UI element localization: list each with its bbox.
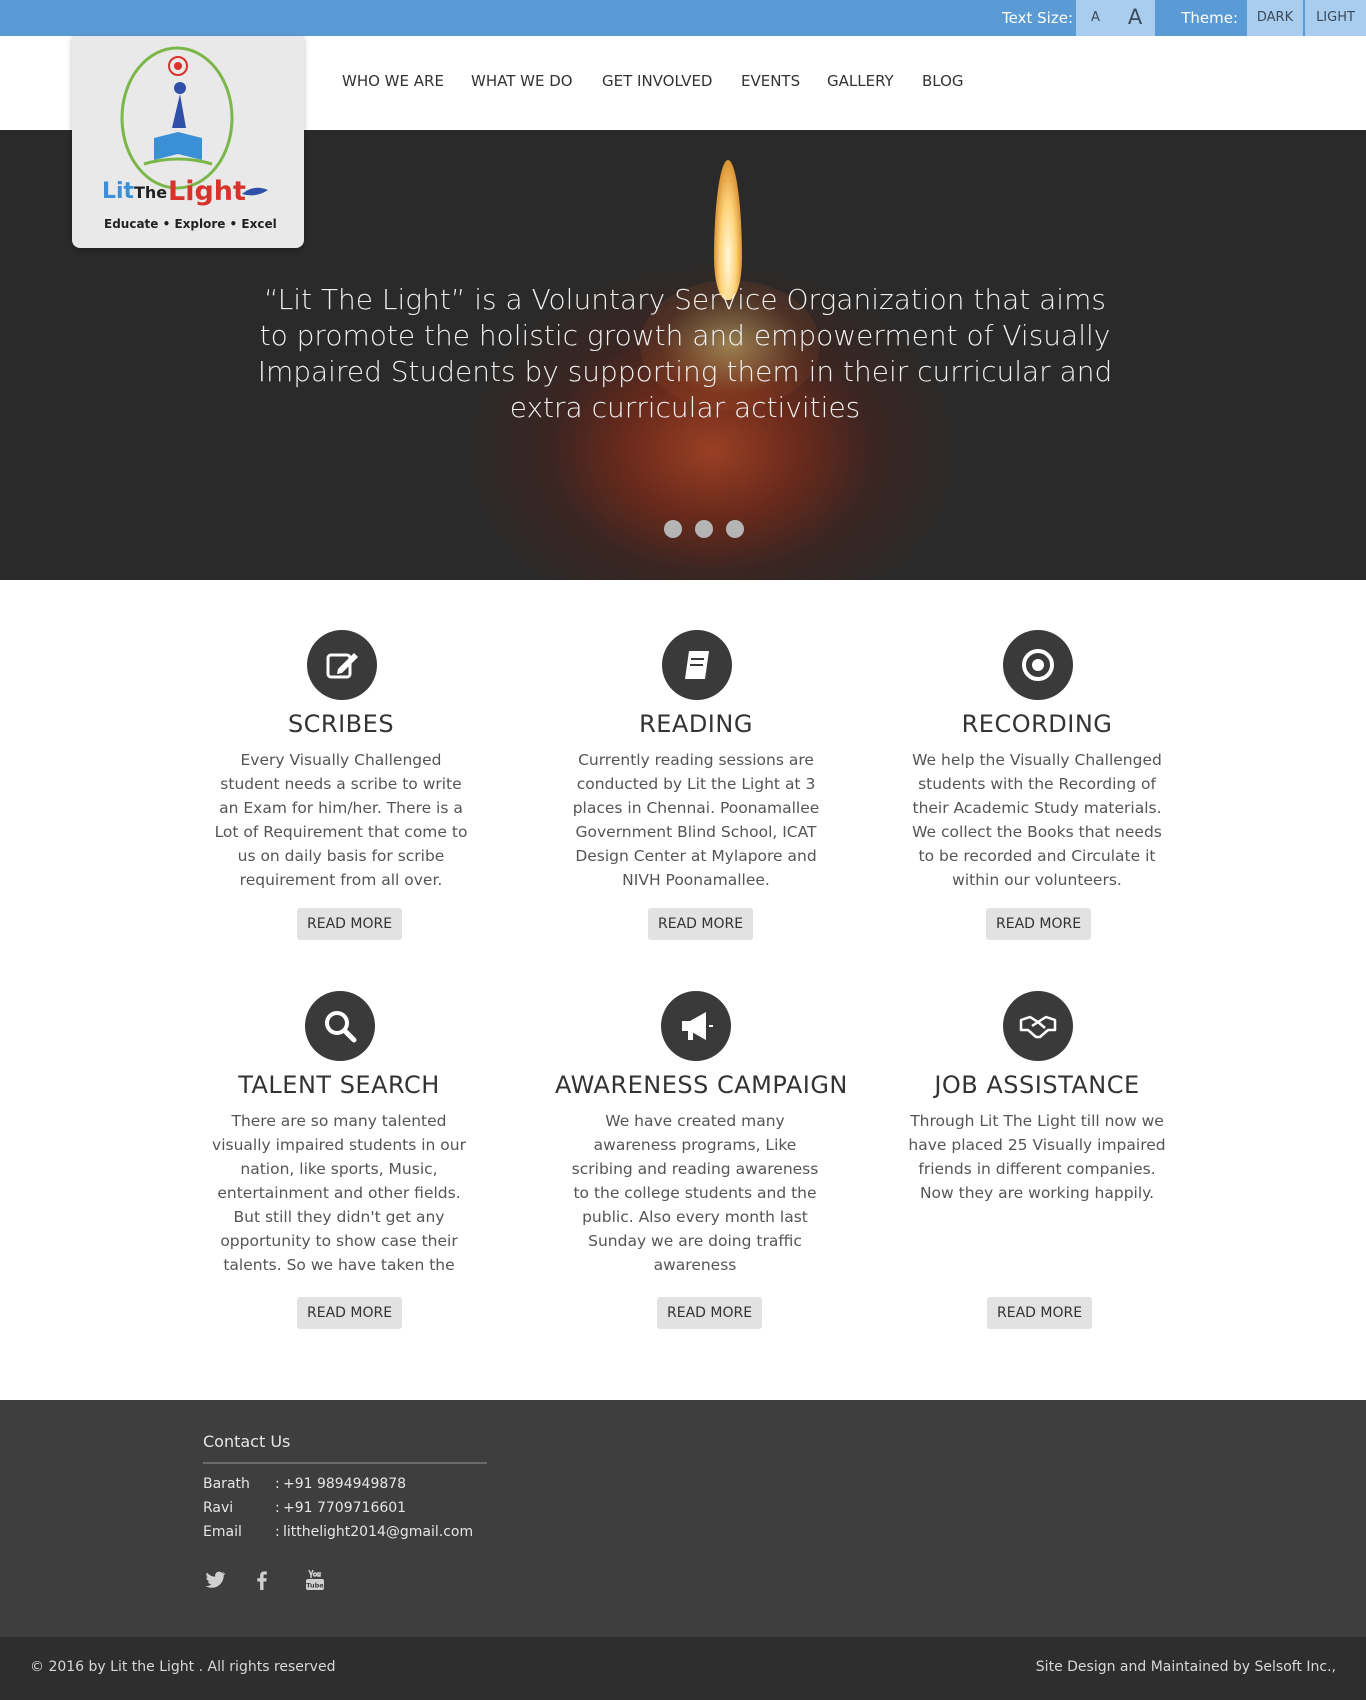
- nav-events[interactable]: EVENTS: [741, 72, 800, 90]
- feature-title: JOB ASSISTANCE: [934, 1071, 1140, 1099]
- theme-light-button[interactable]: LIGHT: [1305, 0, 1366, 36]
- nav-blog[interactable]: BLOG: [922, 72, 964, 90]
- talent-search-read-more-button[interactable]: READ MORE: [297, 1297, 403, 1329]
- candle-flame: [714, 160, 742, 300]
- record-icon: [1003, 630, 1073, 700]
- book-icon: [662, 630, 732, 700]
- svg-text:Tube: Tube: [306, 1582, 324, 1590]
- youtube-icon[interactable]: Tube: [303, 1568, 327, 1592]
- text-size-large-button[interactable]: A: [1115, 0, 1155, 36]
- handshake-icon: [1003, 991, 1073, 1061]
- awareness-read-more-button[interactable]: READ MORE: [657, 1297, 763, 1329]
- text-size-small-button[interactable]: A: [1076, 0, 1115, 36]
- top-utility-bar: Text Size: A A Theme: DARK LIGHT: [0, 0, 1366, 36]
- logo-tagline: Educate • Explore • Excel: [104, 217, 277, 231]
- hero-tagline: “Lit The Light” is a Voluntary Service O…: [257, 283, 1113, 424]
- feature-title: TALENT SEARCH: [238, 1071, 440, 1099]
- theme-label: Theme:: [1181, 9, 1238, 27]
- contact-title: Contact Us: [203, 1432, 291, 1451]
- twitter-icon[interactable]: [203, 1568, 227, 1592]
- contact-phone[interactable]: +91 9894949878: [283, 1474, 406, 1494]
- feature-text: We have created many awareness programs,…: [571, 1112, 819, 1274]
- scribes-read-more-button[interactable]: READ MORE: [297, 908, 403, 940]
- logo-word-light: Light: [168, 176, 246, 207]
- slider-dot-1[interactable]: [664, 520, 682, 538]
- theme-dark-button[interactable]: DARK: [1247, 0, 1303, 36]
- logo-word-lit: Lit: [102, 179, 135, 204]
- feature-title: AWARENESS CAMPAIGN: [555, 1071, 848, 1099]
- nav-gallery[interactable]: GALLERY: [827, 72, 894, 90]
- recording-read-more-button[interactable]: READ MORE: [986, 908, 1092, 940]
- feature-text: Every Visually Challenged student needs …: [214, 751, 468, 889]
- slider-dots: [664, 520, 744, 538]
- search-icon: [305, 991, 375, 1061]
- feature-title: RECORDING: [961, 710, 1113, 738]
- nav-who-we-are[interactable]: WHO WE ARE: [342, 72, 444, 90]
- job-assistance-read-more-button[interactable]: READ MORE: [987, 1297, 1093, 1329]
- nav-what-we-do[interactable]: WHAT WE DO: [471, 72, 573, 90]
- bottom-bar: © 2016 by Lit the Light . All rights res…: [0, 1637, 1366, 1700]
- footer: Contact Us Barath : +91 9894949878 Ravi …: [0, 1400, 1366, 1637]
- megaphone-icon: [661, 991, 731, 1061]
- feature-text: There are so many talented visually impa…: [212, 1112, 466, 1274]
- contact-name: Email: [203, 1524, 242, 1540]
- slider-dot-2[interactable]: [695, 520, 713, 538]
- feature-text: We help the Visually Challenged students…: [912, 751, 1162, 889]
- logo-word-the: The: [134, 183, 167, 202]
- site-credit[interactable]: Site Design and Maintained by Selsoft In…: [1036, 1659, 1336, 1675]
- contact-phone[interactable]: +91 7709716601: [283, 1498, 406, 1518]
- feature-text: Through Lit The Light till now we have p…: [908, 1112, 1166, 1202]
- facebook-icon[interactable]: [250, 1568, 274, 1592]
- feature-text: Currently reading sessions are conducted…: [572, 751, 820, 889]
- text-size-label: Text Size:: [1002, 9, 1073, 27]
- feature-title: READING: [639, 710, 753, 738]
- contact-name: Barath: [203, 1476, 250, 1492]
- reading-read-more-button[interactable]: READ MORE: [648, 908, 754, 940]
- copyright-text: © 2016 by Lit the Light . All rights res…: [30, 1659, 336, 1675]
- slider-dot-3[interactable]: [726, 520, 744, 538]
- site-logo[interactable]: Lit The Light Educate • Explore • Excel: [72, 36, 304, 248]
- edit-icon: [307, 630, 377, 700]
- contact-email[interactable]: litthelight2014@gmail.com: [283, 1522, 473, 1542]
- contact-divider: [203, 1462, 487, 1464]
- logo-graphic: Lit The Light Educate • Explore • Excel: [102, 46, 277, 231]
- feature-title: SCRIBES: [287, 710, 395, 738]
- nav-get-involved[interactable]: GET INVOLVED: [602, 72, 712, 90]
- contact-name: Ravi: [203, 1500, 234, 1516]
